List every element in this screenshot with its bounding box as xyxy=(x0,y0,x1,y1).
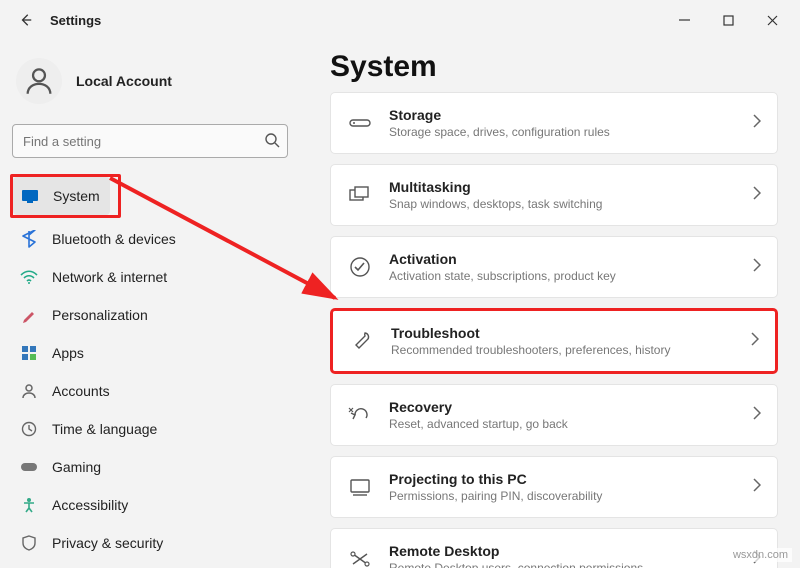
back-button[interactable] xyxy=(16,10,36,30)
account-block[interactable]: Local Account xyxy=(10,52,290,118)
check-circle-icon xyxy=(347,254,373,280)
card-title: Recovery xyxy=(389,399,737,415)
display-icon xyxy=(21,187,39,205)
person-icon xyxy=(22,64,56,98)
shield-icon xyxy=(20,534,38,552)
sidebar-item-label: Apps xyxy=(52,345,84,361)
sidebar-item-label: Bluetooth & devices xyxy=(52,231,176,247)
title-bar: Settings xyxy=(0,0,800,40)
sidebar-item-bluetooth[interactable]: Bluetooth & devices xyxy=(10,220,290,258)
card-subtitle: Snap windows, desktops, task switching xyxy=(389,197,737,211)
card-activation[interactable]: Activation Activation state, subscription… xyxy=(330,236,778,298)
card-title: Activation xyxy=(389,251,737,267)
highlight-system: System xyxy=(10,174,121,218)
close-button[interactable] xyxy=(750,4,794,36)
maximize-icon xyxy=(723,15,734,26)
card-recovery[interactable]: Recovery Reset, advanced startup, go back xyxy=(330,384,778,446)
account-name: Local Account xyxy=(76,73,172,89)
sidebar-item-label: Accounts xyxy=(52,383,110,399)
sidebar-item-label: Time & language xyxy=(52,421,157,437)
card-remote-desktop[interactable]: Remote Desktop Remote Desktop users, conn… xyxy=(330,528,778,568)
search-box[interactable] xyxy=(12,124,288,158)
storage-icon xyxy=(347,110,373,136)
card-troubleshoot[interactable]: Troubleshoot Recommended troubleshooters,… xyxy=(330,308,778,374)
sidebar-item-privacy[interactable]: Privacy & security xyxy=(10,524,290,562)
gaming-icon xyxy=(20,458,38,476)
chevron-right-icon xyxy=(753,186,761,205)
sidebar-item-accounts[interactable]: Accounts xyxy=(10,372,290,410)
card-storage[interactable]: Storage Storage space, drives, configurat… xyxy=(330,92,778,154)
back-arrow-icon xyxy=(19,13,33,27)
search-icon xyxy=(264,132,280,153)
chevron-right-icon xyxy=(753,258,761,277)
projecting-icon xyxy=(347,474,373,500)
content-area: Local Account System Bluetooth & devices… xyxy=(0,40,800,568)
sidebar-item-system[interactable]: System xyxy=(13,177,110,215)
sidebar: Local Account System Bluetooth & devices… xyxy=(0,40,300,568)
accessibility-icon xyxy=(20,496,38,514)
remote-icon xyxy=(347,546,373,568)
sidebar-item-apps[interactable]: Apps xyxy=(10,334,290,372)
card-subtitle: Activation state, subscriptions, product… xyxy=(389,269,737,283)
chevron-right-icon xyxy=(753,406,761,425)
window-title: Settings xyxy=(50,13,662,28)
sidebar-item-label: Privacy & security xyxy=(52,535,163,551)
sidebar-item-accessibility[interactable]: Accessibility xyxy=(10,486,290,524)
close-icon xyxy=(767,15,778,26)
chevron-right-icon xyxy=(753,478,761,497)
chevron-right-icon xyxy=(753,114,761,133)
paint-icon xyxy=(20,306,38,324)
avatar xyxy=(16,58,62,104)
maximize-button[interactable] xyxy=(706,4,750,36)
sidebar-item-time[interactable]: Time & language xyxy=(10,410,290,448)
card-title: Projecting to this PC xyxy=(389,471,737,487)
card-title: Multitasking xyxy=(389,179,737,195)
sidebar-item-label: Accessibility xyxy=(52,497,128,513)
card-multitasking[interactable]: Multitasking Snap windows, desktops, task… xyxy=(330,164,778,226)
wifi-icon xyxy=(20,268,38,286)
search-input[interactable] xyxy=(12,124,288,158)
main-panel: System Storage Storage space, drives, con… xyxy=(300,40,800,568)
card-title: Troubleshoot xyxy=(391,325,735,341)
minimize-icon xyxy=(679,15,690,26)
card-subtitle: Storage space, drives, configuration rul… xyxy=(389,125,737,139)
clock-icon xyxy=(20,420,38,438)
sidebar-item-label: Network & internet xyxy=(52,269,167,285)
card-subtitle: Reset, advanced startup, go back xyxy=(389,417,737,431)
chevron-right-icon xyxy=(751,332,759,351)
card-title: Storage xyxy=(389,107,737,123)
recovery-icon xyxy=(347,402,373,428)
wrench-icon xyxy=(349,328,375,354)
account-text: Local Account xyxy=(76,73,172,89)
sidebar-item-update[interactable]: Windows Update xyxy=(10,562,290,568)
accounts-icon xyxy=(20,382,38,400)
apps-icon xyxy=(20,344,38,362)
card-subtitle: Recommended troubleshooters, preferences… xyxy=(391,343,735,357)
card-subtitle: Permissions, pairing PIN, discoverabilit… xyxy=(389,489,737,503)
sidebar-item-label: System xyxy=(53,188,100,204)
watermark: wsxdn.com xyxy=(729,548,792,562)
sidebar-item-label: Personalization xyxy=(52,307,148,323)
card-subtitle: Remote Desktop users, connection permiss… xyxy=(389,561,737,568)
bluetooth-icon xyxy=(20,230,38,248)
sidebar-item-network[interactable]: Network & internet xyxy=(10,258,290,296)
minimize-button[interactable] xyxy=(662,4,706,36)
page-title: System xyxy=(330,50,778,84)
card-title: Remote Desktop xyxy=(389,543,737,559)
sidebar-item-gaming[interactable]: Gaming xyxy=(10,448,290,486)
sidebar-item-personalization[interactable]: Personalization xyxy=(10,296,290,334)
card-projecting[interactable]: Projecting to this PC Permissions, pairin… xyxy=(330,456,778,518)
sidebar-item-label: Gaming xyxy=(52,459,101,475)
multitasking-icon xyxy=(347,182,373,208)
